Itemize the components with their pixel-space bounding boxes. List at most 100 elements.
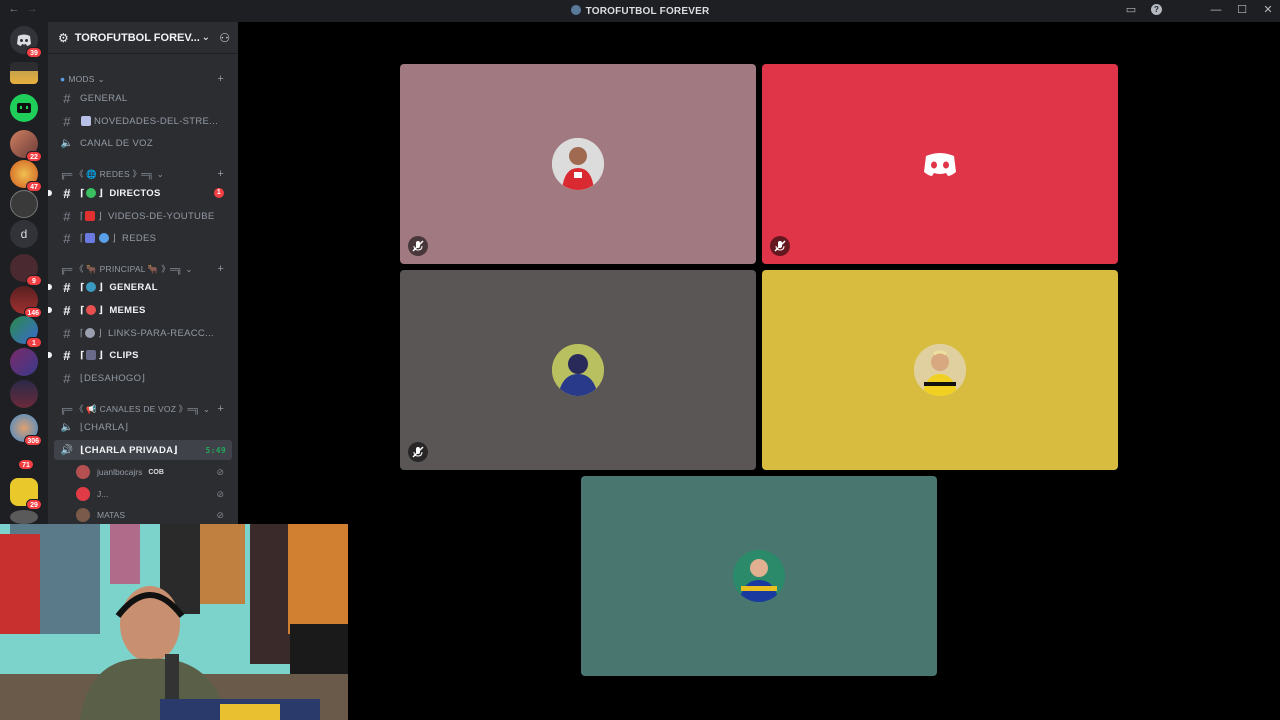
yellow-jersey-player-image xyxy=(914,344,966,396)
muted-mic-icon: ⊘ xyxy=(216,466,224,477)
channel-desahogo[interactable]: # ⌊DESAHOGO⌋ xyxy=(54,368,232,388)
muted-mic-icon xyxy=(770,236,790,256)
notification-badge: 29 xyxy=(26,499,42,510)
muted-mic-icon xyxy=(408,236,428,256)
voice-lock-icon: 🔊 xyxy=(60,444,74,456)
add-channel-icon[interactable]: + xyxy=(217,73,224,85)
add-channel-icon[interactable]: + xyxy=(217,168,224,180)
maximize-button[interactable]: ☐ xyxy=(1236,3,1248,16)
server-yellow2-icon[interactable]: 29 xyxy=(10,478,42,510)
youtube-icon xyxy=(85,211,96,221)
participant-tile[interactable] xyxy=(400,64,756,264)
text-channel-icon: # xyxy=(63,113,71,129)
participant-tile[interactable] xyxy=(400,270,756,470)
channel-general[interactable]: # ⌈ ⌋ GENERAL xyxy=(48,277,232,297)
server-yellow-icon[interactable] xyxy=(10,62,38,84)
category-mods[interactable]: ● MODS ⌄ + xyxy=(60,72,230,86)
inbox-icon[interactable]: ▭ xyxy=(1125,3,1137,16)
add-channel-icon[interactable]: + xyxy=(217,263,224,275)
server-night-icon[interactable] xyxy=(10,380,38,408)
server-globe-icon[interactable] xyxy=(10,190,38,218)
discord-home-icon[interactable]: 39 xyxy=(10,26,42,58)
chevron-down-icon: ⌄ xyxy=(185,263,193,274)
globe-icon xyxy=(99,233,110,243)
channel-novedades[interactable]: # NOVEDADES-DEL-STRE... xyxy=(54,111,232,131)
mic-slash-icon xyxy=(774,240,786,252)
channel-videos-youtube[interactable]: # ⌈ ⌋ VIDEOS-DE-YOUTUBE xyxy=(54,206,232,226)
window-controls: ▭ ? — ☐ ✕ xyxy=(1125,3,1274,17)
voice-user[interactable]: MATAS ⊘ xyxy=(76,505,232,525)
participant-avatar xyxy=(733,550,785,602)
text-channel-icon: # xyxy=(63,279,71,295)
notification-badge: 1 xyxy=(26,337,42,348)
green-circle-icon xyxy=(85,188,96,198)
bracket-icon: ⌋ xyxy=(98,327,103,339)
shield-icon: ● xyxy=(60,74,66,84)
voice-channel-charla-privada[interactable]: 🔊 ⌊CHARLA PRIVADA⌋ 5:49 xyxy=(54,440,232,460)
add-member-icon[interactable]: ⚇ xyxy=(219,31,230,45)
bracket-icon: ⌋ xyxy=(112,232,117,244)
avatar xyxy=(76,465,90,479)
bracket-icon: ⌋ xyxy=(98,349,104,361)
server-dark-icon[interactable]: 9 xyxy=(10,254,42,286)
server-team-icon[interactable]: 1 xyxy=(10,316,42,348)
server-d-icon[interactable]: d xyxy=(10,220,38,248)
minimize-button[interactable]: — xyxy=(1210,4,1222,16)
channel-label: ⌊CHARLA⌋ xyxy=(80,421,129,433)
clapper-icon xyxy=(85,350,96,360)
close-button[interactable]: ✕ xyxy=(1262,3,1274,16)
user-tag: COB xyxy=(148,468,164,476)
channel-directos[interactable]: # ⌈ ⌋ DIRECTOS 1 xyxy=(48,183,232,203)
text-channel-icon: # xyxy=(63,302,71,318)
channel-label: GENERAL xyxy=(109,281,158,293)
calendar-icon xyxy=(81,116,91,126)
channel-clips[interactable]: # ⌈ ⌋ CLIPS xyxy=(48,345,232,365)
unread-indicator xyxy=(48,190,52,196)
server-orange-icon[interactable]: 47 xyxy=(10,160,42,192)
call-timer: 5:49 xyxy=(205,445,226,455)
server-green-bot-icon[interactable] xyxy=(10,94,38,122)
category-principal[interactable]: ╔═ 《 🐂 PRINCIPAL 🐂 》═╗ ⌄ + xyxy=(60,262,230,276)
bracket-icon: ⌋ xyxy=(98,304,104,316)
category-redes[interactable]: ╔═ 《 🌐 REDES 》═╗ ⌄ + xyxy=(60,167,230,181)
server-anime-icon[interactable]: 22 xyxy=(10,130,42,162)
mic-slash-icon xyxy=(412,240,424,252)
notification-badge: 306 xyxy=(24,435,42,446)
bracket-icon: ⌈ xyxy=(80,349,85,361)
participant-tile[interactable] xyxy=(581,476,937,676)
voice-user[interactable]: J... ⊘ xyxy=(76,484,232,504)
muted-mic-icon xyxy=(408,442,428,462)
channel-canal-de-voz[interactable]: 🔈 CANAL DE VOZ xyxy=(54,133,232,153)
bracket-icon: ⌋ xyxy=(98,281,104,293)
server-misc-icon[interactable] xyxy=(10,510,38,524)
help-icon[interactable]: ? xyxy=(1151,4,1162,15)
voice-channel-charla[interactable]: 🔈 ⌊CHARLA⌋ xyxy=(54,417,232,437)
chevron-down-icon: ⌄ xyxy=(201,32,210,43)
channel-links[interactable]: # ⌈ ⌋ LINKS-PARA-REACC... xyxy=(54,323,232,343)
channel-label: VIDEOS-DE-YOUTUBE xyxy=(108,210,215,222)
participant-tile[interactable] xyxy=(762,270,1118,470)
channel-redes[interactable]: # ⌈ ⌋ REDES xyxy=(54,228,232,248)
participant-avatar xyxy=(914,138,966,190)
server-red2-icon[interactable]: 71 xyxy=(10,450,38,478)
notification-badge: 71 xyxy=(18,459,34,470)
server-blue-icon[interactable]: 306 xyxy=(10,414,42,446)
participant-avatar xyxy=(552,344,604,396)
voice-user[interactable]: juanlbocajrs COB ⊘ xyxy=(76,462,232,482)
bracket-icon: ⌈ xyxy=(80,232,85,244)
server-header[interactable]: ⚙ TOROFUTBOL FOREV... ⌄ ⚇ xyxy=(48,22,238,54)
category-label: ╔═ 《 🌐 REDES 》═╗ xyxy=(60,169,154,179)
server-mini-icon xyxy=(570,5,581,15)
server-red-icon[interactable]: 146 xyxy=(10,286,42,318)
text-channel-icon: # xyxy=(63,90,71,106)
participant-tile[interactable] xyxy=(762,64,1118,264)
discord-logo-icon xyxy=(924,153,956,176)
channel-memes[interactable]: # ⌈ ⌋ MEMES xyxy=(48,300,232,320)
discord-app: ← → TOROFUTBOL FOREVER ▭ ? — ☐ ✕ 39 22 4… xyxy=(0,0,1280,720)
server-purple-icon[interactable] xyxy=(10,348,38,376)
channel-general-mods[interactable]: # GENERAL xyxy=(54,88,232,108)
webcam-feed-image xyxy=(0,524,348,720)
channel-label: LINKS-PARA-REACC... xyxy=(108,327,214,339)
category-canales-de-voz[interactable]: ╔═ 《 📢 CANALES DE VOZ 》═╗ ⌄ + xyxy=(60,402,230,416)
add-channel-icon[interactable]: + xyxy=(217,403,224,415)
